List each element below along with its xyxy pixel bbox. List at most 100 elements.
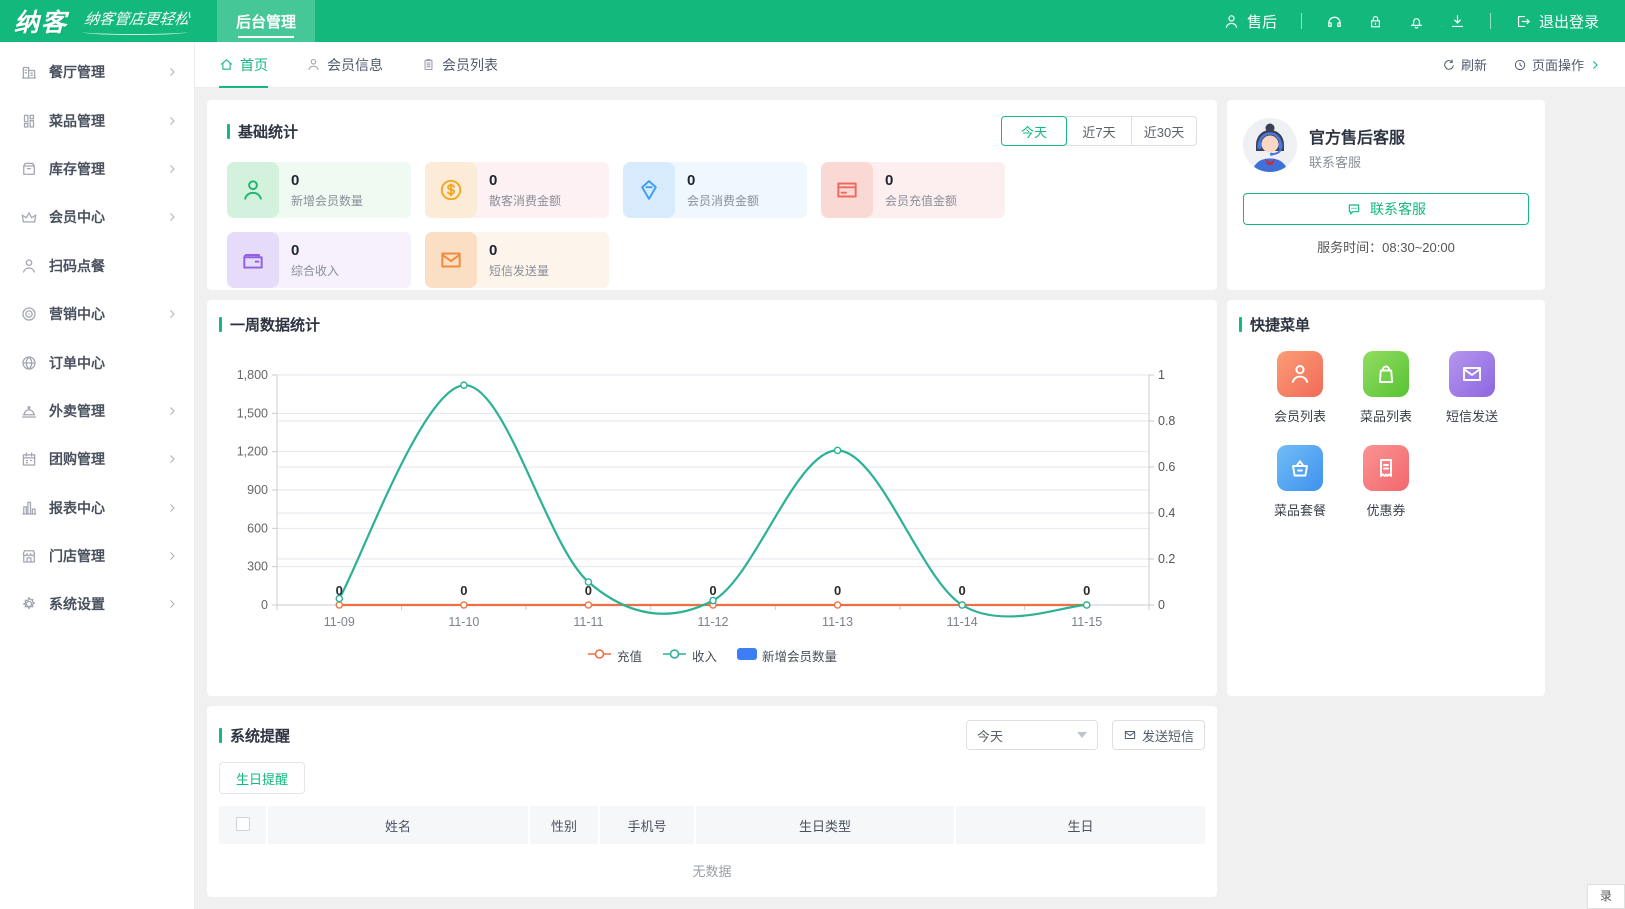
sidebar-item-5[interactable]: 营销中心 <box>0 290 194 338</box>
sidebar-item-11[interactable]: 系统设置 <box>0 580 194 628</box>
select-all-cell <box>219 806 267 844</box>
sidebar-item-10[interactable]: 门店管理 <box>0 532 194 580</box>
basic-stats-card: 基础统计 今天近7天近30天 0新增会员数量0散客消费金额0会员消费金额0会员充… <box>207 100 1217 290</box>
tab-0[interactable]: 首页 <box>219 42 268 88</box>
stat-card-1: 0散客消费金额 <box>425 162 609 218</box>
title-bar <box>227 124 230 139</box>
basic-stats-title: 基础统计 <box>238 121 298 142</box>
sidebar-item-2[interactable]: 库存管理 <box>0 145 194 193</box>
quick-item-3[interactable]: 菜品套餐 <box>1257 445 1343 519</box>
filter-近7天[interactable]: 近7天 <box>1066 116 1132 146</box>
clipboard-icon <box>421 57 436 72</box>
wallet-icon <box>227 232 279 288</box>
stat-value: 0 <box>291 172 363 189</box>
filter-近30天[interactable]: 近30天 <box>1131 116 1197 146</box>
quick-item-label: 菜品列表 <box>1360 406 1412 425</box>
quick-item-1[interactable]: 菜品列表 <box>1343 351 1429 425</box>
refresh-label: 刷新 <box>1461 55 1487 74</box>
legend-item-2[interactable]: 新增会员数量 <box>737 646 837 665</box>
svg-text:600: 600 <box>247 521 268 535</box>
legend-item-1[interactable]: 收入 <box>662 646 717 665</box>
tab-2[interactable]: 会员列表 <box>421 42 498 88</box>
sidebar-item-label: 门店管理 <box>49 546 105 566</box>
quick-item-label: 优惠券 <box>1366 500 1405 519</box>
person-icon <box>20 257 38 275</box>
legend-label: 新增会员数量 <box>762 646 837 665</box>
chevron-right-icon <box>166 115 178 127</box>
chevron-right-icon <box>166 211 178 223</box>
svg-text:0.4: 0.4 <box>1158 506 1175 520</box>
sidebar-item-4[interactable]: 扫码点餐 <box>0 242 194 290</box>
stat-label: 散客消费金额 <box>489 192 561 209</box>
topbar-actions: 售后 退出登录 <box>1223 11 1625 32</box>
svg-text:11-10: 11-10 <box>448 615 479 629</box>
chart-legend: 充值 收入 新增会员数量 <box>219 646 1205 665</box>
bell-icon[interactable] <box>1408 13 1425 30</box>
basket-icon <box>1277 445 1323 491</box>
weekly-chart-title: 一周数据统计 <box>230 314 320 335</box>
service-subtitle: 联系客服 <box>1309 152 1405 171</box>
divider <box>1490 13 1491 29</box>
quick-item-2[interactable]: 短信发送 <box>1429 351 1515 425</box>
logout-icon <box>1515 13 1532 30</box>
headset-icon[interactable] <box>1326 13 1343 30</box>
sidebar-item-8[interactable]: 团购管理 <box>0 435 194 483</box>
svg-text:0: 0 <box>834 583 841 598</box>
select-all-checkbox[interactable] <box>236 817 250 831</box>
legend-marker <box>587 648 612 663</box>
home-icon <box>219 57 234 72</box>
reminder-date-value: 今天 <box>977 726 1003 745</box>
svg-text:11-09: 11-09 <box>324 615 355 629</box>
tab-1[interactable]: 会员信息 <box>306 42 383 88</box>
cloche-icon <box>20 402 38 420</box>
sidebar-item-9[interactable]: 报表中心 <box>0 484 194 532</box>
system-reminder-card: 系统提醒 今天 发送短信 生 <box>207 706 1217 897</box>
sidebar-item-0[interactable]: 餐厅管理 <box>0 48 194 96</box>
chevron-right-icon <box>166 550 178 562</box>
download-icon[interactable] <box>1449 13 1466 30</box>
dishes-icon <box>20 112 38 130</box>
stat-card-0: 0新增会员数量 <box>227 162 411 218</box>
topbar: 纳客 纳客管店更轻松 后台管理 售后 退出登录 <box>0 0 1625 42</box>
legend-item-0[interactable]: 充值 <box>587 646 642 665</box>
sidebar-item-7[interactable]: 外卖管理 <box>0 387 194 435</box>
legend-label: 充值 <box>617 646 642 665</box>
sidebar-item-6[interactable]: 订单中心 <box>0 338 194 386</box>
send-sms-button[interactable]: 发送短信 <box>1112 720 1205 750</box>
lock-icon[interactable] <box>1367 13 1384 30</box>
target-icon <box>20 305 38 323</box>
crown-icon <box>20 208 38 226</box>
svg-text:1,800: 1,800 <box>237 368 268 382</box>
logout-label: 退出登录 <box>1539 11 1599 32</box>
date-filter-group: 今天近7天近30天 <box>1001 116 1197 146</box>
sidebar-item-label: 会员中心 <box>49 207 105 227</box>
sidebar-item-1[interactable]: 菜品管理 <box>0 96 194 144</box>
sidebar-item-label: 系统设置 <box>49 594 105 614</box>
contact-service-button[interactable]: 联系客服 <box>1243 193 1529 225</box>
svg-text:0: 0 <box>460 583 467 598</box>
corner-widget[interactable]: 录 <box>1587 884 1625 909</box>
person-icon <box>227 162 279 218</box>
aftersale-label: 售后 <box>1247 11 1277 32</box>
reminder-date-select[interactable]: 今天 <box>966 720 1098 750</box>
page-ops-button[interactable]: 页面操作 <box>1513 55 1601 74</box>
topbar-tab-backend[interactable]: 后台管理 <box>217 0 315 42</box>
quick-item-0[interactable]: 会员列表 <box>1257 351 1343 425</box>
chart-icon <box>20 499 38 517</box>
chat-icon <box>1346 201 1362 217</box>
svg-text:0: 0 <box>585 583 592 598</box>
globe-icon <box>20 354 38 372</box>
refresh-button[interactable]: 刷新 <box>1442 55 1487 74</box>
sidebar-item-3[interactable]: 会员中心 <box>0 193 194 241</box>
envelope-icon <box>1123 728 1137 742</box>
svg-text:11-15: 11-15 <box>1071 615 1102 629</box>
quick-item-label: 会员列表 <box>1274 406 1326 425</box>
filter-今天[interactable]: 今天 <box>1001 116 1067 146</box>
quick-item-4[interactable]: 优惠券 <box>1343 445 1429 519</box>
birthday-reminder-tab[interactable]: 生日提醒 <box>219 762 305 794</box>
refresh-icon <box>1442 58 1456 72</box>
aftersale-button[interactable]: 售后 <box>1223 11 1277 32</box>
svg-text:0: 0 <box>1158 598 1165 612</box>
send-sms-label: 发送短信 <box>1142 726 1194 745</box>
logout-button[interactable]: 退出登录 <box>1515 11 1599 32</box>
